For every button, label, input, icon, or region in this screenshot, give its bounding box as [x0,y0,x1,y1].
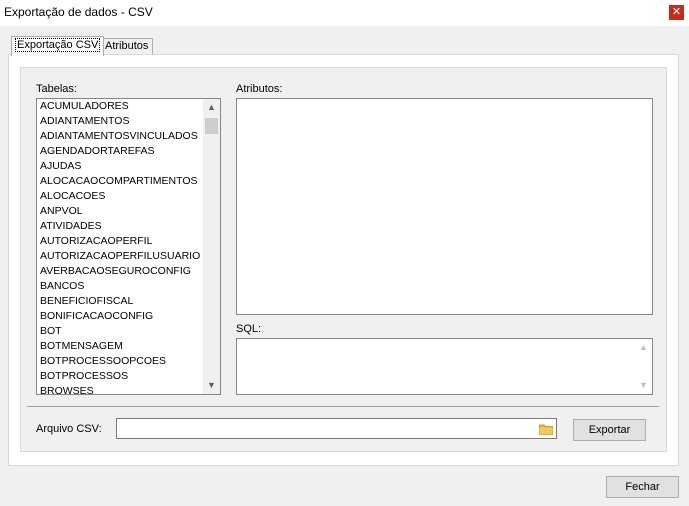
list-item[interactable]: ALOCACOES [37,189,203,204]
scroll-up-icon[interactable]: ▲ [635,339,652,356]
list-item[interactable]: AVERBACAOSEGUROCONFIG [37,264,203,279]
list-item[interactable]: BOTPROCESSOS [37,369,203,384]
close-window-button[interactable]: ✕ [669,5,684,20]
attributes-list[interactable] [236,98,653,315]
list-item[interactable]: BENEFICIOFISCAL [37,294,203,309]
scroll-down-icon[interactable]: ▼ [635,377,652,394]
tables-list: ACUMULADORES ADIANTAMENTOS ADIANTAMENTOSVI… [37,99,203,394]
tables-listbox[interactable]: ACUMULADORES ADIANTAMENTOS ADIANTAMENTOSVI… [36,98,221,395]
tab-atributos[interactable]: Atributos [100,38,154,55]
tables-scrollbar[interactable]: ▲ ▼ [203,99,220,394]
csv-file-label: Arquivo CSV: [36,423,102,435]
list-item[interactable]: AJUDAS [37,159,203,174]
list-item[interactable]: BONIFICACAOCONFIG [37,309,203,324]
list-item[interactable]: AGENDADORTAREFAS [37,144,203,159]
csv-file-input[interactable] [116,418,557,439]
tables-label: Tabelas: [36,83,77,95]
tab-exportacao-csv[interactable]: Exportação CSV [11,36,105,56]
list-item[interactable]: BOTMENSAGEM [37,339,203,354]
tab-label: Atributos [105,40,149,52]
list-item[interactable]: BROWSES [37,384,203,394]
sql-textarea[interactable]: ▲ ▼ [236,338,653,395]
list-item[interactable]: BOT [37,324,203,339]
separator [27,406,659,407]
list-item[interactable]: BOTPROCESSOOPCOES [37,354,203,369]
export-button[interactable]: Exportar [573,419,646,441]
list-item[interactable]: AUTORIZACAOPERFILUSUARIO [37,249,203,264]
sql-scrollbar[interactable]: ▲ ▼ [635,339,652,394]
list-item[interactable]: ACUMULADORES [37,99,203,114]
list-item[interactable]: ANPVOL [37,204,203,219]
scroll-up-icon[interactable]: ▲ [203,99,220,116]
list-item[interactable]: ADIANTAMENTOS [37,114,203,129]
scroll-down-icon[interactable]: ▼ [203,377,220,394]
sql-label: SQL: [236,323,262,335]
list-item[interactable]: ADIANTAMENTOSVINCULADOS [37,129,203,144]
window-title: Exportação de dados - CSV [4,5,153,19]
list-item[interactable]: BANCOS [37,279,203,294]
scroll-thumb[interactable] [205,118,218,134]
list-item[interactable]: AUTORIZACAOPERFIL [37,234,203,249]
close-button[interactable]: Fechar [606,476,679,498]
folder-icon[interactable] [539,424,553,435]
attributes-label: Atributos: [236,83,283,95]
list-item[interactable]: ATIVIDADES [37,219,203,234]
list-item[interactable]: ALOCACAOCOMPARTIMENTOS [37,174,203,189]
title-bar: Exportação de dados - CSV ✕ [0,0,689,26]
tab-label: Exportação CSV [14,38,101,52]
